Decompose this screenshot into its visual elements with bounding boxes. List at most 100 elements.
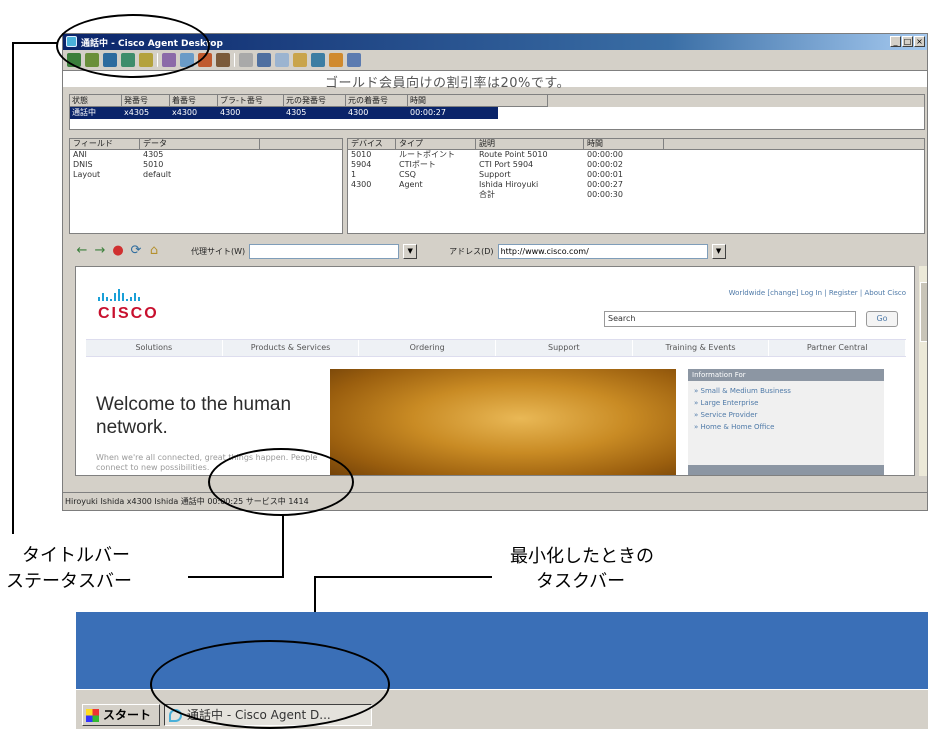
enterprise-data-pane[interactable]: フィールド データ ANI 4305 DNIS 5010 Layout defa… xyxy=(69,138,343,234)
maximize-button[interactable]: □ xyxy=(902,36,913,47)
sites-dropdown[interactable] xyxy=(249,243,400,259)
title-callout-circle xyxy=(56,14,210,78)
device-cell: 1 xyxy=(351,170,357,179)
start-label: スタート xyxy=(103,708,152,722)
row-filler xyxy=(498,107,924,119)
agent-desktop-window: 通話中 - Cisco Agent Desktop _ □ × ゴールド会員向け… xyxy=(62,33,928,511)
email-icon[interactable] xyxy=(257,53,271,67)
address-dropdown-chevron-icon[interactable]: ▼ xyxy=(711,243,726,259)
table-row: 4300 Agent Ishida Hiroyuki 00:00:27 xyxy=(348,180,924,190)
callout-line xyxy=(314,576,492,578)
table-row: 5904 CTIポート CTI Port 5904 00:00:02 xyxy=(348,160,924,170)
hero-image xyxy=(330,369,676,475)
taskbar-label-line1: 最小化したときの xyxy=(510,546,654,567)
side-link[interactable]: » Small & Medium Business xyxy=(688,385,884,397)
type-cell: CTIポート xyxy=(399,160,436,169)
tools-icon[interactable] xyxy=(329,53,343,67)
column-header[interactable]: データ xyxy=(140,139,260,149)
menu-item[interactable]: Training & Events xyxy=(633,340,770,356)
announcement-bar: ゴールド会員向けの割引率は20%です。 xyxy=(63,70,927,91)
browser-nav-bar: ← → ● ⟳ ⌂ 代理サイト(W) ▼ アドレス(D) http://www.… xyxy=(69,240,925,262)
type-cell xyxy=(396,190,476,200)
total-time: 00:00:30 xyxy=(587,190,623,199)
column-header[interactable]: 着番号 xyxy=(170,95,218,107)
welcome-heading: Welcome to the human network. xyxy=(96,394,292,438)
forward-arrow-icon[interactable]: → xyxy=(93,244,107,258)
total-label: 合計 xyxy=(479,190,495,199)
column-header[interactable]: 説明 xyxy=(476,139,584,149)
supervisor-icon[interactable] xyxy=(311,53,325,67)
side-link[interactable]: » Service Provider xyxy=(688,409,884,421)
information-for-panel: Information For » Small & Medium Busines… xyxy=(688,369,884,475)
callout-line xyxy=(188,576,284,578)
menu-item[interactable]: Support xyxy=(496,340,633,356)
time-cell: 00:00:02 xyxy=(587,160,623,169)
go-button[interactable]: Go xyxy=(866,311,898,327)
description-cell: CTI Port 5904 xyxy=(479,160,534,169)
column-header[interactable]: デバイス xyxy=(348,139,396,149)
stop-icon[interactable]: ● xyxy=(111,244,125,258)
menu-item[interactable]: Products & Services xyxy=(223,340,360,356)
top-links[interactable]: Worldwide [change] Log In | Register | A… xyxy=(729,289,906,297)
address-label: アドレス(D) xyxy=(449,246,494,256)
type-cell: ルートポイント xyxy=(399,150,455,159)
calling-number: x4305 xyxy=(122,107,170,119)
type-cell: Agent xyxy=(399,180,423,189)
type-cell: CSQ xyxy=(399,170,416,179)
menu-item[interactable]: Ordering xyxy=(359,340,497,356)
callout-line xyxy=(12,42,14,534)
scrollbar-thumb[interactable] xyxy=(920,282,927,342)
call-grid[interactable]: 状態 発番号 着番号 ブラ-ト番号 元の発番号 元の着番号 時間 通話中 x43… xyxy=(69,94,925,130)
menu-item[interactable]: Solutions xyxy=(86,340,223,356)
description-cell: Route Point 5010 xyxy=(479,150,548,159)
table-row[interactable]: 通話中 x4305 x4300 4300 4305 4300 00:00:27 xyxy=(70,107,924,119)
call-activity-pane[interactable]: デバイス タイプ 説明 時間 5010 ルートポイント Route Point … xyxy=(347,138,925,234)
side-link[interactable]: » Home & Home Office xyxy=(688,421,884,433)
address-input[interactable]: http://www.cisco.com/ xyxy=(497,243,708,259)
device-cell: 5904 xyxy=(351,160,372,169)
column-header[interactable]: 状態 xyxy=(70,95,122,107)
description-cell: Ishida Hiroyuki xyxy=(479,180,539,189)
original-calling-number: 4305 xyxy=(284,107,346,119)
call-state: 通話中 xyxy=(70,107,122,119)
column-header[interactable]: タイプ xyxy=(396,139,476,149)
column-header[interactable]: フィールド xyxy=(70,139,140,149)
column-header[interactable]: 元の発番号 xyxy=(284,95,346,107)
minimize-button[interactable]: _ xyxy=(890,36,901,47)
time-cell: 00:00:27 xyxy=(587,180,623,189)
cisco-logo[interactable]: CISCO xyxy=(98,305,159,323)
start-button[interactable]: スタート xyxy=(82,704,160,726)
help-icon[interactable] xyxy=(347,53,361,67)
callout-line xyxy=(282,514,284,576)
field-name: ANI xyxy=(73,150,87,159)
sites-label: 代理サイト(W) xyxy=(191,246,246,256)
side-link[interactable]: » Large Enterprise xyxy=(688,397,884,409)
menu-item[interactable]: Partner Central xyxy=(769,340,907,356)
original-called-number: 4300 xyxy=(346,107,408,119)
column-header[interactable]: ブラ-ト番号 xyxy=(218,95,284,107)
chat-icon[interactable] xyxy=(239,53,253,67)
column-header[interactable]: 元の着番号 xyxy=(346,95,408,107)
refresh-icon[interactable]: ⟳ xyxy=(129,244,143,258)
table-row: 1 CSQ Support 00:00:01 xyxy=(348,170,924,180)
web-page[interactable]: CISCO Worldwide [change] Log In | Regist… xyxy=(75,266,915,476)
time-cell: 00:00:00 xyxy=(587,150,623,159)
column-header[interactable]: 発番号 xyxy=(122,95,170,107)
alert-number: 4300 xyxy=(218,107,284,119)
wrapup-icon[interactable] xyxy=(293,53,307,67)
status-bar-label: ステータスバー xyxy=(6,571,132,592)
column-header[interactable]: 時間 xyxy=(408,95,548,107)
home-icon[interactable]: ⌂ xyxy=(147,244,161,258)
column-header[interactable]: 時間 xyxy=(584,139,664,149)
callout-line xyxy=(12,42,58,44)
field-value: 4305 xyxy=(143,150,164,159)
vertical-scrollbar[interactable] xyxy=(919,266,927,476)
field-value: 5010 xyxy=(143,160,164,169)
site-menu: Solutions Products & Services Ordering S… xyxy=(86,339,907,357)
search-input[interactable]: Search xyxy=(604,311,856,327)
close-button[interactable]: × xyxy=(914,36,925,47)
layout-icon[interactable] xyxy=(275,53,289,67)
not-ready-icon[interactable] xyxy=(216,53,230,67)
sites-dropdown-chevron-icon[interactable]: ▼ xyxy=(403,243,418,259)
back-arrow-icon[interactable]: ← xyxy=(75,244,89,258)
